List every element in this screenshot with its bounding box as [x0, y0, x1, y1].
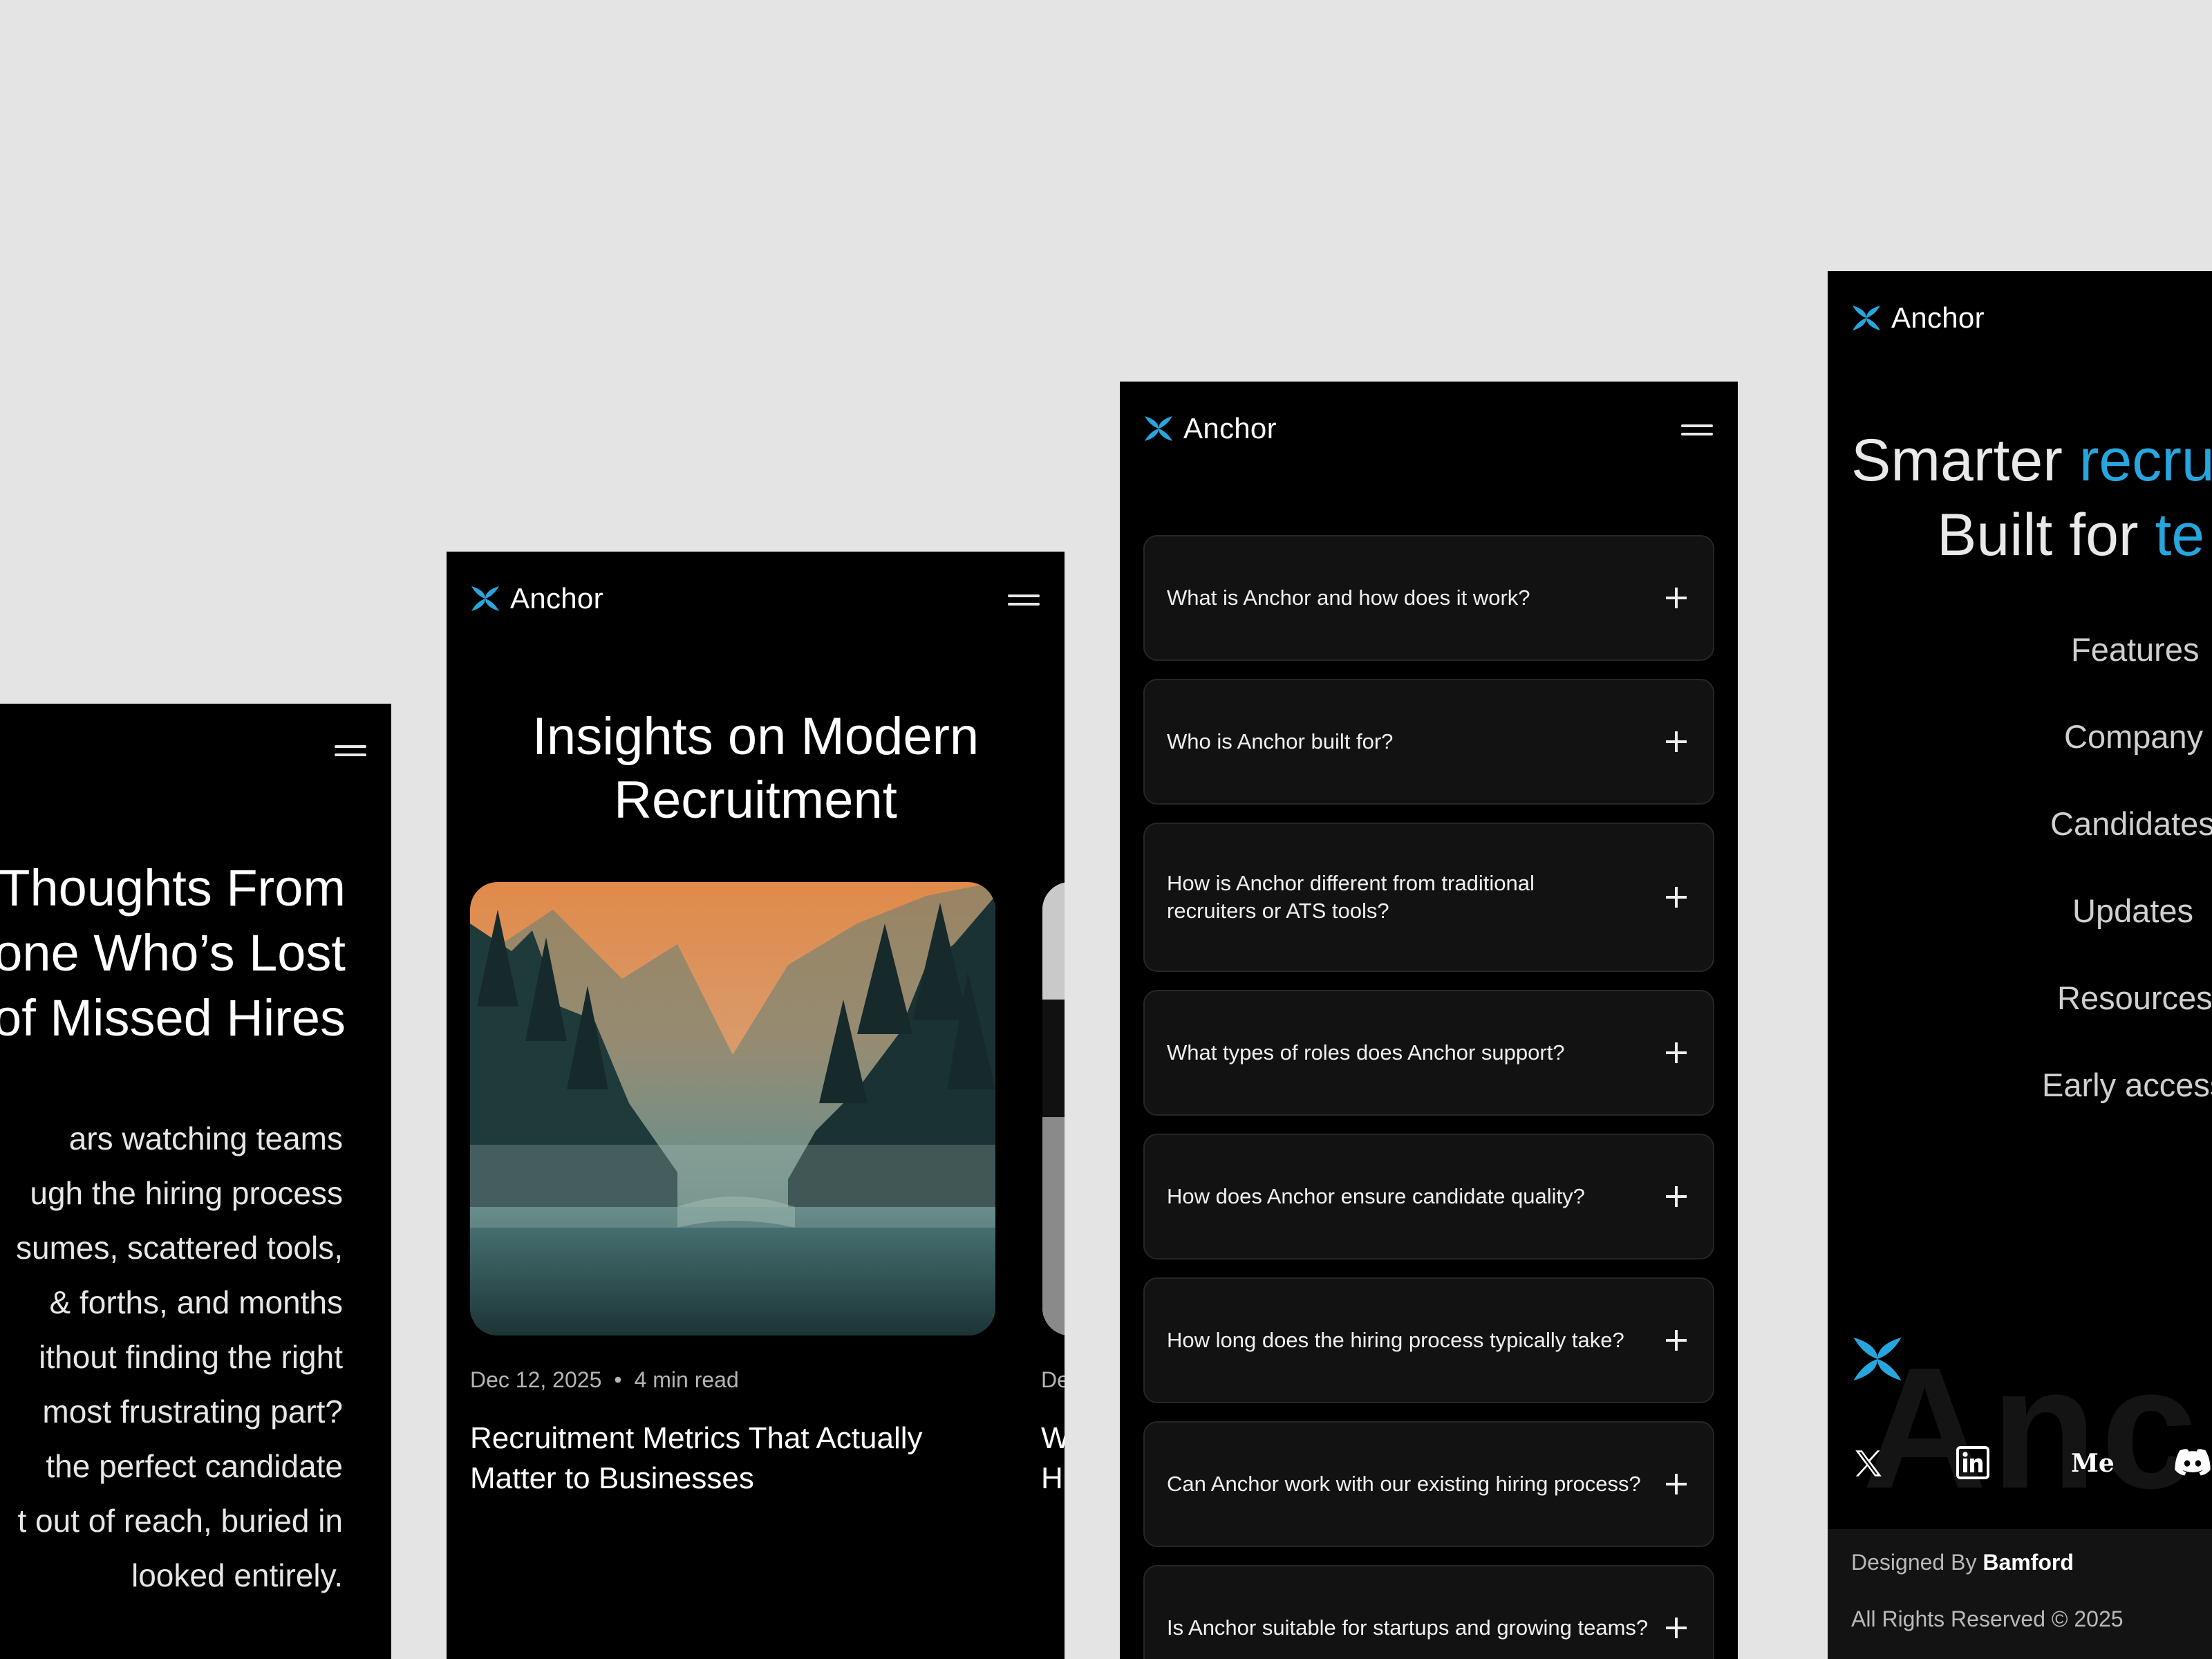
- next-post-title-line: W: [1041, 1421, 1065, 1455]
- hero-text: Built for: [1937, 502, 2155, 568]
- phone-screen-menu: Anchor Smarter recru Built for te Featur…: [1828, 271, 2212, 1659]
- nav-item-candidates[interactable]: Candidates: [2050, 805, 2212, 843]
- article-body-line: t out of reach, buried in: [17, 1503, 343, 1539]
- copyright: All Rights Reserved © 2025: [1851, 1606, 2124, 1631]
- faq-item[interactable]: What is Anchor and how does it work?: [1143, 535, 1714, 661]
- hero-accent-text: recru: [2079, 427, 2212, 494]
- phone-screen-blog-article: Thoughts From one Who’s Lost of Missed H…: [0, 704, 391, 1659]
- plus-icon[interactable]: [1666, 1186, 1687, 1207]
- page-title: Insights on Modern Recruitment: [447, 705, 1065, 832]
- nav-item-updates[interactable]: Updates: [2072, 892, 2193, 930]
- next-post-title[interactable]: W H: [1041, 1418, 1065, 1499]
- page-title-line: Insights on Modern: [532, 707, 980, 766]
- article-title-line: one Who’s Lost: [0, 924, 346, 982]
- faq-question: How does Anchor ensure candidate quality…: [1167, 1184, 1585, 1208]
- anchor-x-logo-icon[interactable]: [470, 583, 500, 614]
- article-title-line: of Missed Hires: [0, 989, 346, 1047]
- page-title-line: Recruitment: [614, 771, 897, 830]
- blog-post-image[interactable]: [470, 882, 995, 1335]
- article-body-line: sumes, scattered tools,: [16, 1230, 343, 1266]
- post-meta: Dec 12, 2025 • 4 min read: [470, 1367, 739, 1393]
- article-body-line: & forths, and months: [49, 1284, 343, 1320]
- designer-link[interactable]: Bamford: [1983, 1550, 2074, 1575]
- next-post-title-line: H: [1041, 1461, 1063, 1495]
- linkedin-icon[interactable]: [1956, 1446, 1989, 1479]
- faq-item[interactable]: How is Anchor different from traditional…: [1143, 823, 1714, 972]
- article-body-line: the perfect candidate: [46, 1448, 343, 1484]
- hero-headline: Smarter recru Built for te: [1851, 423, 2212, 572]
- plus-icon[interactable]: [1666, 731, 1687, 752]
- plus-icon[interactable]: [1666, 1618, 1687, 1638]
- plus-icon[interactable]: [1666, 1042, 1687, 1063]
- post-read-time: 4 min read: [634, 1367, 739, 1392]
- article-title: Thoughts From one Who’s Lost of Missed H…: [0, 856, 346, 1051]
- article-body-line: ugh the hiring process: [30, 1175, 343, 1211]
- article-body-line: ars watching teams: [68, 1121, 343, 1156]
- article-body-line: ithout finding the right: [39, 1339, 343, 1375]
- plus-icon[interactable]: [1666, 1330, 1687, 1351]
- article-body-line: looked entirely.: [131, 1557, 343, 1593]
- post-title[interactable]: Recruitment Metrics That Actually Matter…: [470, 1418, 968, 1499]
- faq-item[interactable]: Who is Anchor built for?: [1143, 679, 1714, 805]
- plus-icon[interactable]: [1666, 1474, 1687, 1494]
- designed-by: Designed By Bamford: [1851, 1550, 2074, 1575]
- misty-forest-lake-image: [470, 882, 995, 1335]
- phone-screen-blog-list: Anchor Insights on Modern Recruitment De…: [447, 552, 1065, 1659]
- nav-item-company[interactable]: Company: [2064, 718, 2203, 756]
- phone-screen-faq: Anchor What is Anchor and how does it wo…: [1120, 382, 1738, 1659]
- hero-text: Smarter: [1851, 427, 2079, 494]
- brand-name[interactable]: Anchor: [1183, 412, 1277, 445]
- hamburger-menu-icon[interactable]: [1008, 594, 1040, 607]
- nav-item-early-access[interactable]: Early access: [2042, 1066, 2212, 1104]
- discord-icon[interactable]: [2173, 1446, 2212, 1481]
- faq-question: What is Anchor and how does it work?: [1167, 585, 1530, 610]
- plus-icon[interactable]: [1666, 887, 1687, 908]
- site-footer: Designed By Bamford All Rights Reserved …: [1828, 1529, 2212, 1659]
- faq-item[interactable]: How long does the hiring process typical…: [1143, 1277, 1714, 1403]
- plus-icon[interactable]: [1666, 588, 1687, 608]
- monochrome-image: [1042, 882, 1065, 1335]
- faq-question: Who is Anchor built for?: [1167, 729, 1394, 753]
- next-blog-post-image[interactable]: [1042, 882, 1065, 1335]
- faq-item[interactable]: Can Anchor work with our existing hiring…: [1143, 1421, 1714, 1547]
- anchor-x-logo-icon[interactable]: [1851, 303, 1882, 333]
- brand-watermark: Anch: [1862, 1331, 2212, 1524]
- faq-question: What types of roles does Anchor support?: [1167, 1040, 1565, 1065]
- medium-icon[interactable]: Me: [2071, 1449, 2115, 1478]
- anchor-x-logo-icon[interactable]: [1143, 413, 1174, 444]
- next-post-meta: De: [1041, 1367, 1065, 1392]
- nav-item-features[interactable]: Features: [2071, 630, 2199, 668]
- anchor-x-logo-icon: [1853, 1337, 1902, 1381]
- article-body: ars watching teams ugh the hiring proces…: [16, 1112, 343, 1603]
- post-date: Dec 12, 2025: [470, 1367, 602, 1392]
- brand-name[interactable]: Anchor: [510, 582, 603, 615]
- hamburger-menu-icon[interactable]: [1681, 424, 1713, 437]
- faq-question: How long does the hiring process typical…: [1167, 1328, 1624, 1352]
- faq-item[interactable]: Is Anchor suitable for startups and grow…: [1143, 1565, 1714, 1659]
- article-title-line: Thoughts From: [0, 859, 346, 917]
- nav-item-resources[interactable]: Resources: [2057, 979, 2212, 1017]
- faq-item[interactable]: What types of roles does Anchor support?: [1143, 990, 1714, 1116]
- x-logo-icon[interactable]: [1851, 1446, 1886, 1481]
- meta-separator: •: [614, 1367, 622, 1392]
- hero-accent-text: te: [2155, 502, 2205, 568]
- hamburger-menu-icon[interactable]: [335, 745, 366, 758]
- article-body-line: most frustrating part?: [42, 1394, 343, 1430]
- faq-question: How is Anchor different from traditional…: [1167, 871, 1535, 923]
- faq-question: Can Anchor work with our existing hiring…: [1167, 1472, 1641, 1496]
- brand-name[interactable]: Anchor: [1891, 301, 1985, 335]
- faq-question: Is Anchor suitable for startups and grow…: [1167, 1615, 1649, 1640]
- faq-item[interactable]: How does Anchor ensure candidate quality…: [1143, 1134, 1714, 1259]
